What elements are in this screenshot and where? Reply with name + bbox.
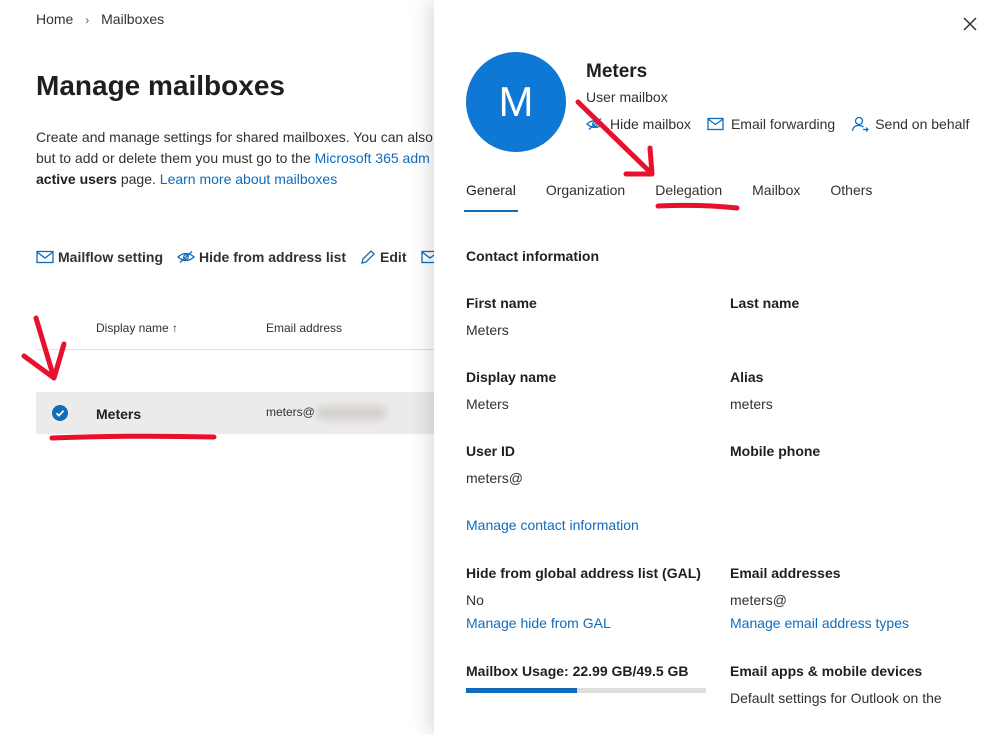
column-email-address[interactable]: Email address: [266, 321, 342, 335]
m365-admin-link[interactable]: Microsoft 365 adm: [315, 150, 430, 166]
hide-mailbox-button[interactable]: Hide mailbox: [586, 116, 691, 132]
send-on-behalf-label: Send on behalf: [875, 116, 970, 132]
email-apps-value: Default settings for Outlook on the: [730, 690, 942, 706]
send-on-behalf-button[interactable]: Send on behalf: [851, 116, 969, 132]
first-name-value: Meters: [466, 322, 509, 338]
gal-value: No: [466, 592, 484, 608]
mailbox-details-panel: M Meters User mailbox Hide mailbox Email…: [434, 0, 1008, 735]
mail-icon: [36, 250, 54, 264]
email-addresses-value: meters@: [730, 592, 787, 608]
display-name-value: Meters: [466, 396, 509, 412]
desc-line-1: Create and manage settings for shared ma…: [36, 129, 434, 145]
tab-general[interactable]: General: [464, 182, 518, 212]
email-forwarding-label: Email forwarding: [730, 116, 836, 132]
checkmark-icon[interactable]: [52, 405, 68, 421]
user-id-value: meters@: [466, 470, 523, 486]
table-row[interactable]: Meters meters@: [36, 392, 434, 434]
panel-actions: Hide mailbox Email forwarding Send on be…: [586, 116, 985, 132]
chevron-right-icon: ›: [85, 13, 90, 27]
mailflow-setting-label: Mailflow setting: [58, 249, 163, 265]
alias-label: Alias: [730, 369, 764, 385]
row-email-address: meters@: [266, 405, 315, 419]
alias-value: meters: [730, 396, 773, 412]
mail-icon: [420, 250, 434, 264]
hide-from-address-list-label: Hide from address list: [199, 249, 347, 265]
section-contact-information: Contact information: [466, 248, 599, 264]
email-forwarding-button[interactable]: Email forwarding: [707, 116, 835, 132]
tab-delegation[interactable]: Delegation: [655, 182, 722, 198]
edit-label: Edit: [380, 249, 407, 265]
page-description: Create and manage settings for shared ma…: [36, 127, 434, 190]
mailbox-usage-bar: [466, 688, 706, 693]
close-icon[interactable]: [960, 14, 980, 34]
page-title: Manage mailboxes: [36, 70, 285, 101]
person-icon: [852, 116, 870, 132]
tab-organization[interactable]: Organization: [546, 182, 625, 198]
row-display-name[interactable]: Meters: [96, 406, 141, 422]
email-apps-label: Email apps & mobile devices: [730, 663, 923, 679]
mailflow-setting-button[interactable]: Mailflow setting: [36, 249, 163, 265]
edit-button[interactable]: Edit: [360, 249, 407, 265]
breadcrumb-current: Mailboxes: [101, 11, 165, 27]
mail-forward-icon: [707, 117, 724, 131]
breadcrumb-home[interactable]: Home: [36, 11, 73, 27]
tab-others[interactable]: Others: [830, 182, 872, 198]
learn-more-link[interactable]: Learn more about mailboxes: [160, 171, 337, 187]
avatar: M: [466, 52, 566, 152]
mailbox-type: User mailbox: [586, 89, 668, 105]
table-header: Display name ↑ Email address: [36, 310, 434, 350]
email-addresses-label: Email addresses: [730, 565, 841, 581]
tab-mailbox[interactable]: Mailbox: [752, 182, 800, 198]
last-name-label: Last name: [730, 295, 800, 311]
desc-line-2: but to add or delete them you must go to…: [36, 148, 434, 169]
manage-email-address-types-link[interactable]: Manage email address types: [730, 615, 909, 631]
hide-from-address-list-button[interactable]: Hide from address list: [177, 249, 346, 265]
manage-hide-from-gal-link[interactable]: Manage hide from GAL: [466, 615, 611, 631]
column-display-name[interactable]: Display name ↑: [96, 321, 178, 335]
active-users-text: active users: [36, 171, 117, 187]
mailbox-usage-label: Mailbox Usage: 22.99 GB/49.5 GB: [466, 663, 689, 679]
command-bar: Mailflow setting Hide from address list …: [36, 249, 434, 265]
pencil-icon: [361, 250, 375, 264]
eye-hide-icon: [177, 251, 195, 263]
redacted-blur: [316, 406, 386, 420]
gal-label: Hide from global address list (GAL): [466, 565, 701, 581]
first-name-label: First name: [466, 295, 537, 311]
manage-contact-information-link[interactable]: Manage contact information: [466, 517, 639, 533]
mobile-phone-label: Mobile phone: [730, 443, 821, 459]
desc-line-3: active users page. Learn more about mail…: [36, 169, 434, 190]
user-id-label: User ID: [466, 443, 516, 459]
eye-hide-icon: [586, 118, 604, 130]
mailboxes-page: Home › Mailboxes Manage mailboxes Create…: [0, 0, 434, 735]
mailbox-usage-fill: [466, 688, 578, 693]
hide-mailbox-label: Hide mailbox: [610, 116, 691, 132]
desc-line-3-text: page.: [116, 171, 160, 187]
more-mail-button[interactable]: [420, 250, 434, 264]
display-name-label: Display name: [466, 369, 557, 385]
desc-line-2-text: but to add or delete them you must go to…: [36, 150, 315, 166]
panel-tabs: General Organization Delegation Mailbox …: [464, 182, 902, 212]
mailbox-name: Meters: [586, 61, 648, 82]
breadcrumb: Home › Mailboxes: [36, 11, 164, 27]
